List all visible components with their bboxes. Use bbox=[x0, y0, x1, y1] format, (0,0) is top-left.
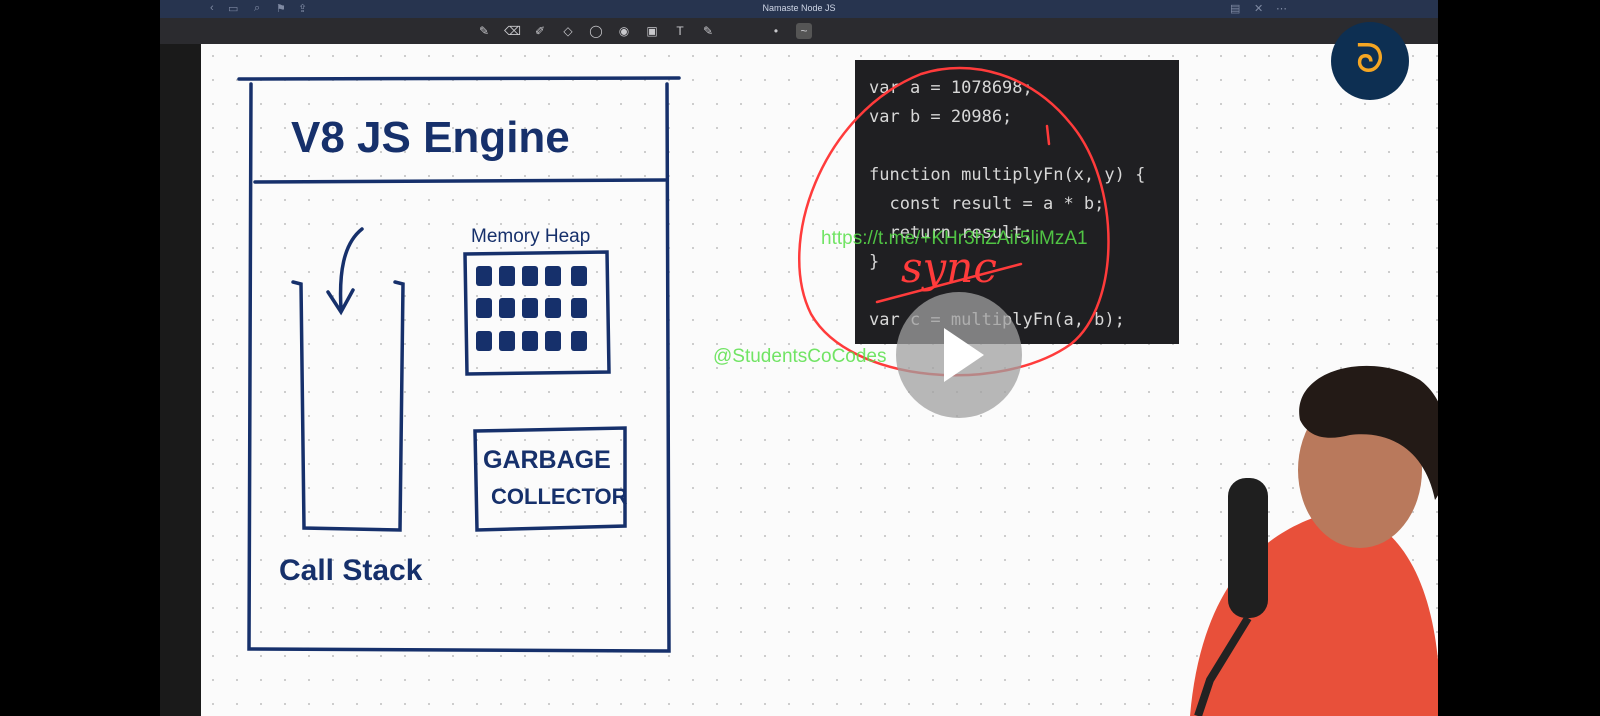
presenter-shirt bbox=[1190, 510, 1438, 716]
code-snippet: var a = 1078698; var b = 20986; function… bbox=[855, 60, 1179, 344]
shapes-tool-icon[interactable]: ◇ bbox=[560, 23, 576, 39]
color-pen-icon[interactable]: ✎ bbox=[700, 23, 716, 39]
engine-title: V8 JS Engine bbox=[291, 113, 570, 162]
laser-tool-icon[interactable]: ◉ bbox=[616, 23, 632, 39]
play-icon bbox=[944, 328, 984, 382]
text-tool-icon[interactable]: T bbox=[672, 23, 688, 39]
lasso-tool-icon[interactable]: ◯ bbox=[588, 23, 604, 39]
document-icon[interactable]: ▤ bbox=[1230, 2, 1240, 15]
garbage-label-line2: COLLECTOR bbox=[491, 484, 628, 509]
presenter-video bbox=[1190, 366, 1438, 716]
play-button[interactable] bbox=[896, 292, 1022, 418]
channel-logo[interactable]: ᘐ bbox=[1331, 22, 1409, 100]
close-icon[interactable]: ✕ bbox=[1254, 2, 1263, 15]
code-line: } bbox=[869, 252, 880, 272]
call-stack-label: Call Stack bbox=[279, 554, 423, 587]
call-stack-drawing bbox=[291, 280, 405, 532]
image-tool-icon[interactable]: ▣ bbox=[644, 23, 660, 39]
handle-watermark: @StudentsCoCodes bbox=[713, 346, 887, 367]
microphone bbox=[1228, 478, 1268, 618]
window-title: Namaste Node JS bbox=[762, 3, 836, 13]
code-line: const result = a * b; bbox=[869, 194, 1105, 214]
stroke-style-icon[interactable]: ~ bbox=[796, 23, 812, 39]
garbage-collector-box bbox=[473, 426, 627, 532]
pen-tool-icon[interactable]: ✎ bbox=[476, 23, 492, 39]
memory-blocks bbox=[476, 266, 587, 351]
garbage-label-line1: GARBAGE bbox=[483, 446, 611, 474]
eraser-tool-icon[interactable]: ⌫ bbox=[504, 23, 521, 39]
engine-top-line bbox=[237, 76, 681, 81]
video-frame: ‹ ▭ ⌕ ⚑ ⇪ Namaste Node JS ▤ ✕ ⋯ ✎ ⌫ ✐ ◇ … bbox=[160, 0, 1438, 716]
dot-size-icon[interactable]: • bbox=[768, 23, 784, 39]
app-titlebar: ‹ ▭ ⌕ ⚑ ⇪ Namaste Node JS ▤ ✕ ⋯ bbox=[160, 0, 1438, 18]
more-icon[interactable]: ⋯ bbox=[1276, 2, 1287, 15]
logo-glyph: ᘐ bbox=[1355, 36, 1385, 82]
push-arrow bbox=[326, 227, 364, 316]
drawing-toolbar: ✎ ⌫ ✐ ◇ ◯ ◉ ▣ T ✎ • ~ bbox=[160, 18, 1438, 44]
code-line: var a = 1078698; bbox=[869, 78, 1033, 98]
memory-heap-label: Memory Heap bbox=[471, 226, 590, 247]
code-line: function multiplyFn(x, y) { bbox=[869, 165, 1146, 185]
highlighter-tool-icon[interactable]: ✐ bbox=[532, 23, 548, 39]
engine-title-divider bbox=[253, 178, 667, 184]
code-line: var b = 20986; bbox=[869, 107, 1013, 127]
telegram-link-watermark: https://t.me/+KHr3hZAir5liMzA1 bbox=[821, 228, 1088, 249]
